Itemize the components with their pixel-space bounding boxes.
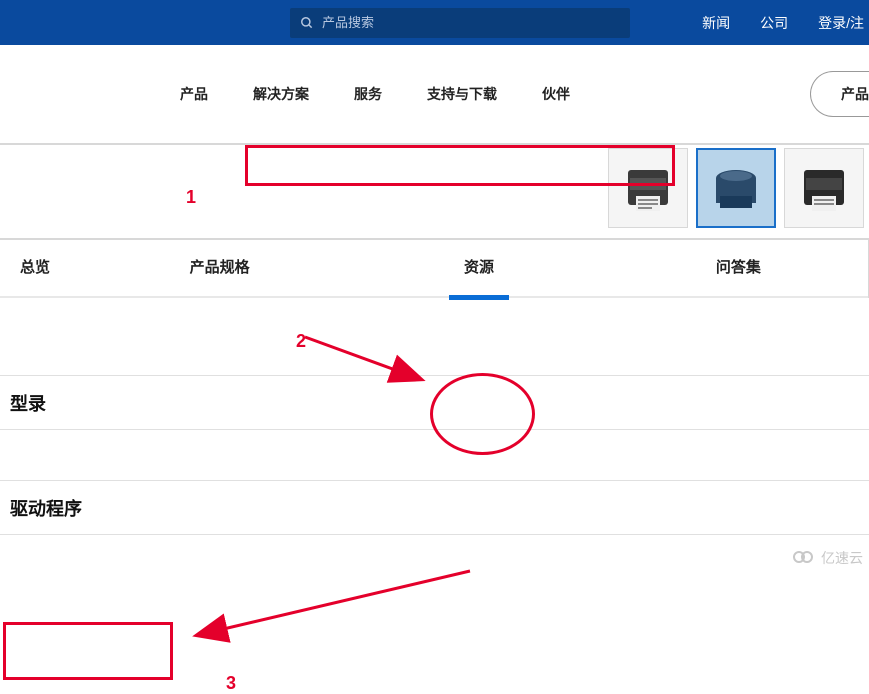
thumb-2[interactable] — [696, 148, 776, 228]
watermark-icon — [793, 551, 817, 565]
section-title-catalog: 型录 — [10, 390, 46, 416]
top-links: 新闻 公司 登录/注 — [702, 0, 869, 45]
nav-support[interactable]: 支持与下载 — [427, 84, 497, 104]
section-catalog[interactable]: 型录 — [0, 375, 869, 430]
nav-solutions[interactable]: 解决方案 — [253, 84, 309, 104]
watermark: 亿速云 — [793, 548, 863, 568]
search-box[interactable] — [290, 8, 630, 38]
product-thumbnails — [608, 148, 864, 228]
search-input[interactable] — [322, 15, 620, 30]
tab-resources[interactable]: 资源 — [349, 238, 608, 298]
top-link-news[interactable]: 新闻 — [702, 13, 730, 33]
thumb-3[interactable] — [784, 148, 864, 228]
tabs: 总览 产品规格 资源 问答集 — [0, 238, 869, 298]
annotation-num-2: 2 — [296, 331, 306, 352]
top-link-company[interactable]: 公司 — [760, 13, 788, 33]
tab-specs[interactable]: 产品规格 — [90, 238, 349, 298]
section-title-driver: 驱动程序 — [10, 495, 82, 521]
tab-faq[interactable]: 问答集 — [609, 238, 868, 298]
thumb-1[interactable] — [608, 148, 688, 228]
printer-icon — [618, 158, 678, 218]
annotation-num-3: 3 — [226, 673, 236, 694]
annotation-num-1: 1 — [186, 187, 196, 208]
topbar: 新闻 公司 登录/注 — [0, 0, 869, 45]
section-driver[interactable]: 驱动程序 — [0, 480, 869, 535]
printer-open-icon — [706, 158, 766, 218]
search-icon — [300, 16, 314, 30]
right-button[interactable]: 产品 — [810, 71, 869, 117]
annotation-arrow-3 — [180, 565, 480, 655]
nav-partners[interactable]: 伙伴 — [542, 84, 570, 104]
nav-services[interactable]: 服务 — [354, 84, 382, 104]
nav-products[interactable]: 产品 — [180, 84, 208, 104]
tab-overview[interactable]: 总览 — [0, 238, 90, 298]
navbar: 产品 解决方案 服务 支持与下载 伙伴 产品 — [0, 45, 869, 145]
top-link-login[interactable]: 登录/注 — [818, 13, 864, 33]
printer-icon — [794, 158, 854, 218]
watermark-text: 亿速云 — [821, 548, 863, 568]
annotation-rect-3 — [3, 622, 173, 680]
nav-links: 产品 解决方案 服务 支持与下载 伙伴 — [180, 84, 570, 104]
